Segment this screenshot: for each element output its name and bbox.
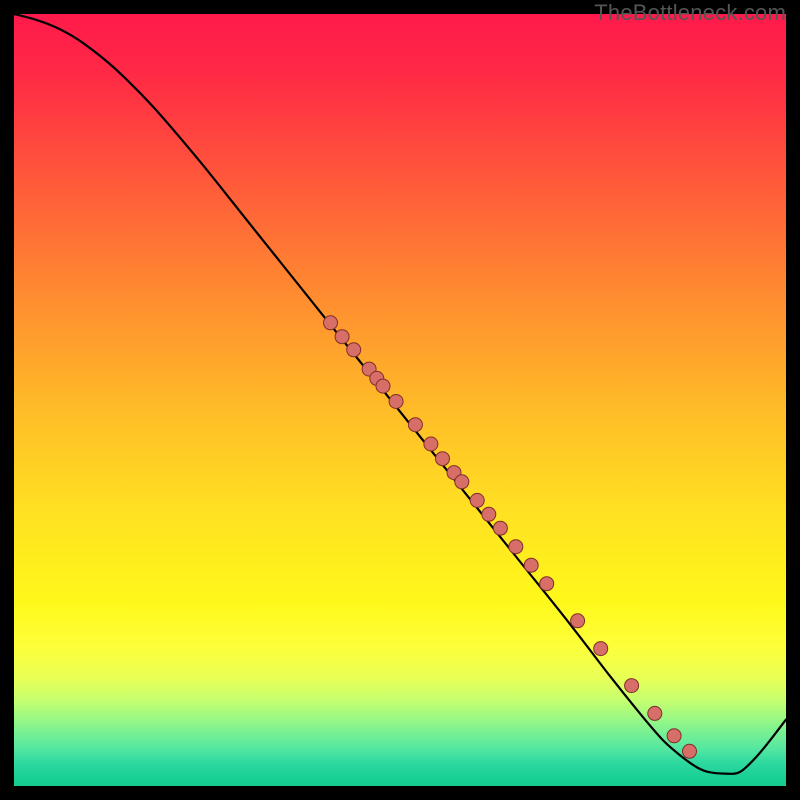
data-point [683,744,697,758]
chart-overlay [14,14,786,786]
data-point [648,706,662,720]
data-point [324,316,338,330]
data-point [436,452,450,466]
data-point [540,577,554,591]
data-point [408,418,422,432]
data-point [509,540,523,554]
plot-area [14,14,786,786]
data-point [376,379,390,393]
data-point [455,475,469,489]
watermark-text: TheBottleneck.com [594,0,786,26]
data-point [470,493,484,507]
data-point [625,679,639,693]
data-point [347,343,361,357]
data-point [594,642,608,656]
data-point [482,507,496,521]
data-point [424,437,438,451]
data-point [524,558,538,572]
bottleneck-curve [14,14,786,774]
data-point [493,521,507,535]
data-point [335,330,349,344]
data-point [389,395,403,409]
data-point [571,614,585,628]
scatter-points [324,316,697,759]
data-point [667,729,681,743]
chart-frame: TheBottleneck.com [0,0,800,800]
